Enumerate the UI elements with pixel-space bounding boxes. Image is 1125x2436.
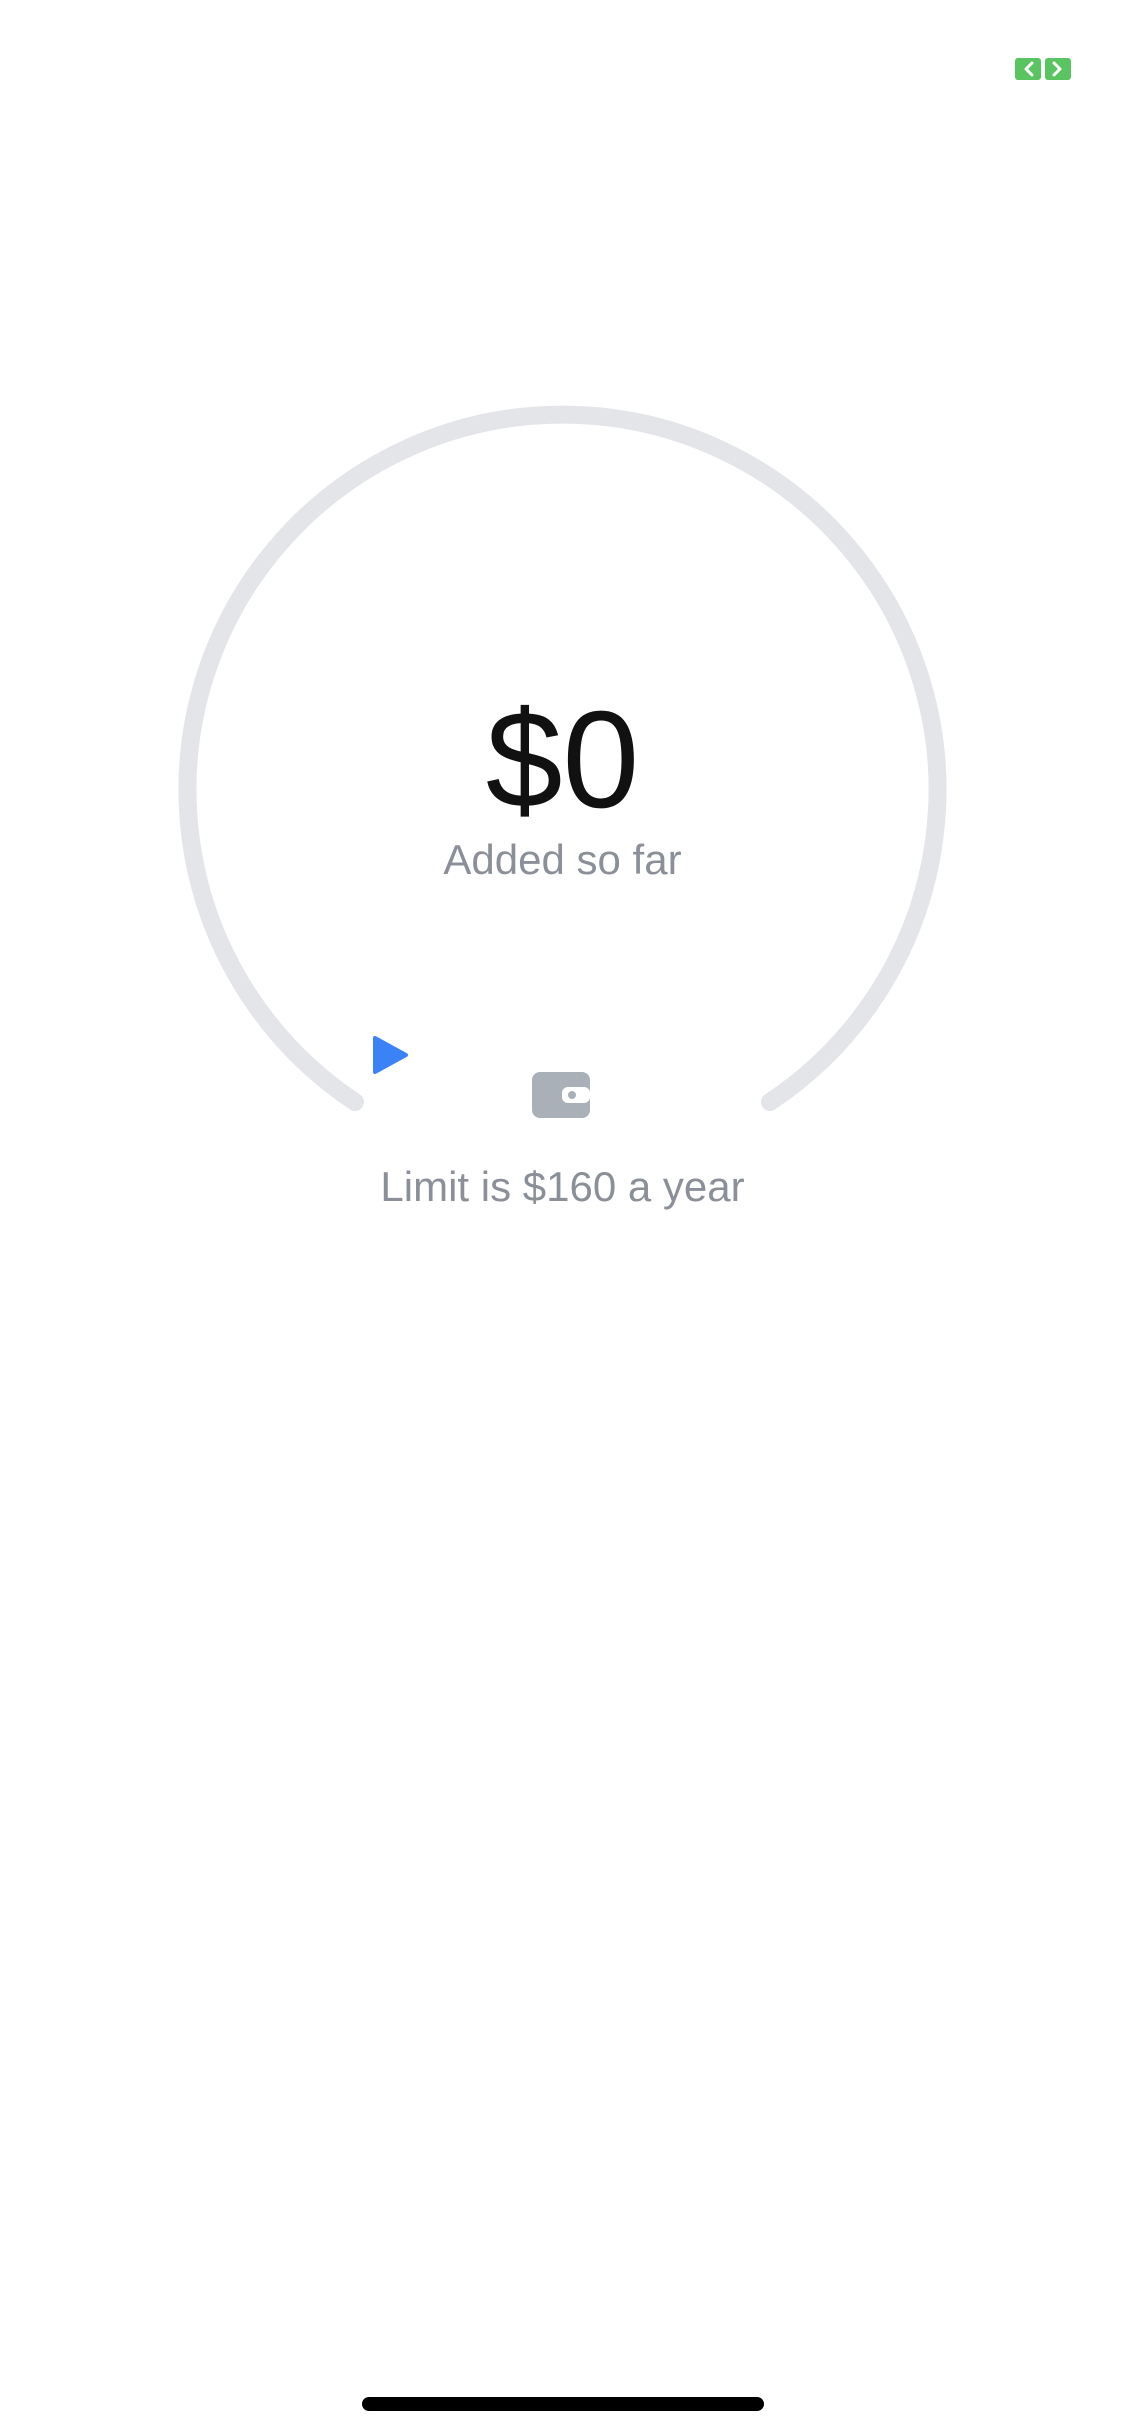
play-triangle-icon: [373, 1036, 408, 1074]
amount-added: $0: [485, 683, 640, 837]
wallet-icon: [532, 1072, 590, 1118]
amount-caption: Added so far: [443, 836, 682, 883]
limit-text: Limit is $160 a year: [380, 1163, 745, 1210]
home-indicator[interactable]: [362, 2397, 764, 2411]
